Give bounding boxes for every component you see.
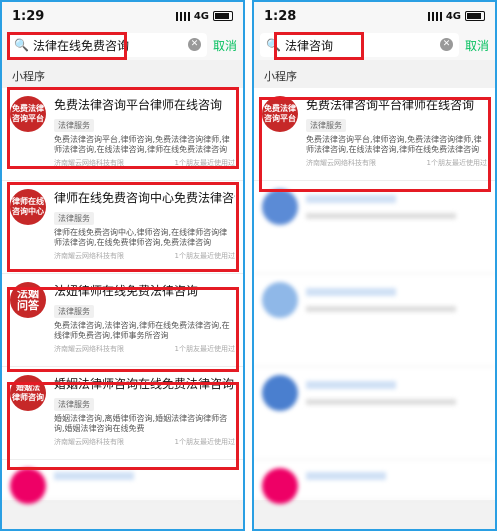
- highlight-box: [7, 182, 239, 272]
- list-item-blurred: [254, 274, 495, 367]
- blurred-text: [306, 213, 456, 219]
- status-time: 1:29: [12, 8, 45, 24]
- signal-icon: [175, 11, 190, 21]
- clear-icon[interactable]: ✕: [187, 38, 201, 51]
- blurred-logo: [262, 282, 298, 318]
- list-item-blurred: [254, 181, 495, 274]
- cancel-button[interactable]: 取消: [465, 37, 489, 54]
- highlight-box: [259, 97, 491, 192]
- blurred-logo: [10, 468, 46, 504]
- list-item-blurred: [254, 367, 495, 460]
- list-item-blurred: [254, 460, 495, 504]
- status-time: 1:28: [264, 8, 297, 24]
- right-screenshot: 1:28 4G 🔍 法律咨询 ✕ 取消 小程序 免费法律 咨询平台 免费法律咨询…: [252, 0, 497, 531]
- highlight-box: [7, 287, 239, 372]
- status-bar: 1:28 4G: [254, 2, 495, 30]
- blurred-text: [306, 195, 396, 203]
- network-label: 4G: [193, 10, 209, 22]
- network-label: 4G: [445, 10, 461, 22]
- section-title: 小程序: [254, 60, 495, 88]
- battery-icon: [213, 11, 233, 21]
- blurred-text: [54, 472, 134, 480]
- blurred-text: [306, 399, 456, 405]
- blurred-text: [306, 381, 396, 389]
- blurred-text: [306, 288, 396, 296]
- section-title: 小程序: [2, 60, 243, 88]
- blurred-logo: [262, 375, 298, 411]
- highlight-box: [7, 32, 127, 60]
- highlight-box: [7, 382, 239, 470]
- blurred-logo: [262, 468, 298, 504]
- status-bar: 1:29 4G: [2, 2, 243, 30]
- cancel-button[interactable]: 取消: [213, 37, 237, 54]
- highlight-box: [7, 87, 239, 169]
- blurred-logo: [262, 189, 298, 225]
- highlight-box: [274, 32, 364, 60]
- blurred-text: [306, 472, 386, 480]
- battery-icon: [465, 11, 485, 21]
- left-screenshot: 1:29 4G 🔍 法律在线免费咨询 ✕ 取消 小程序 免费法律 咨询平台 免费…: [0, 0, 245, 531]
- blurred-text: [306, 306, 456, 312]
- clear-icon[interactable]: ✕: [439, 38, 453, 51]
- signal-icon: [427, 11, 442, 21]
